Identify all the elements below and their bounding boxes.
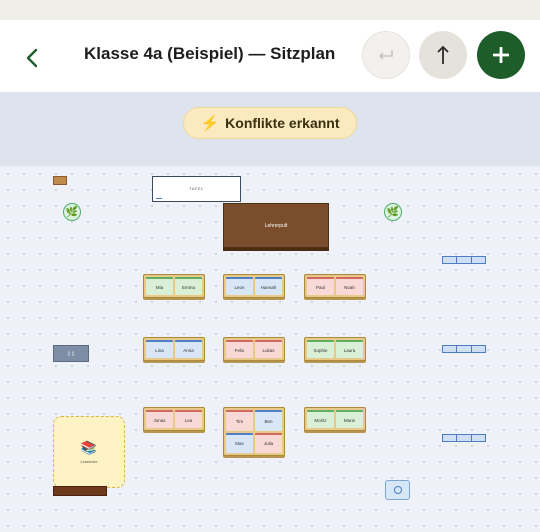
bookshelf[interactable] bbox=[53, 486, 107, 496]
seat-lea[interactable]: Lea bbox=[175, 410, 202, 428]
chevron-left-icon bbox=[26, 48, 38, 68]
student-desk[interactable]: Jonas Lea bbox=[143, 407, 205, 431]
conflict-button[interactable]: ⚡ Konflikte erkannt bbox=[183, 107, 357, 139]
plus-icon bbox=[493, 47, 509, 63]
seat-noah[interactable]: Noah bbox=[336, 277, 363, 295]
seat-ben[interactable]: Ben bbox=[255, 410, 282, 431]
back-button[interactable] bbox=[18, 42, 46, 74]
lightning-icon: ⚡ bbox=[200, 115, 220, 132]
reading-corner[interactable]: 📚 Leseecke bbox=[53, 416, 125, 488]
student-desk[interactable]: Mia Emma bbox=[143, 274, 205, 298]
door-marker[interactable] bbox=[53, 176, 67, 185]
seat-emma[interactable]: Emma bbox=[175, 277, 202, 295]
seat-mia[interactable]: Mia bbox=[146, 277, 173, 295]
seat-felix[interactable]: Felix bbox=[226, 340, 253, 358]
seat-lukas[interactable]: Lukas bbox=[255, 340, 282, 358]
seat-moritz[interactable]: Moritz bbox=[307, 410, 334, 428]
add-button[interactable] bbox=[477, 31, 525, 79]
student-desk[interactable]: Lina Anna bbox=[143, 337, 205, 361]
seat-leon[interactable]: Leon bbox=[226, 277, 253, 295]
student-desk[interactable]: Felix Lukas bbox=[223, 337, 285, 361]
arrow-up-icon bbox=[437, 45, 449, 64]
window[interactable] bbox=[442, 434, 486, 442]
seat-jonas[interactable]: Jonas bbox=[146, 410, 173, 428]
sink-icon bbox=[393, 486, 402, 494]
plant-icon[interactable]: 🌿 bbox=[63, 203, 81, 221]
reading-corner-label: Leseecke bbox=[80, 459, 98, 464]
board[interactable]: TAFEL bbox=[152, 176, 241, 202]
plant-icon[interactable]: 🌿 bbox=[384, 203, 402, 221]
sink[interactable] bbox=[385, 480, 410, 500]
student-desk[interactable]: Sophie Laura bbox=[304, 337, 366, 361]
teacher-desk-label: Lehrerpult bbox=[264, 222, 288, 229]
status-bar bbox=[0, 0, 540, 20]
books-icon: 📚 bbox=[80, 440, 98, 455]
seat-julia[interactable]: Julia bbox=[255, 432, 282, 453]
seat-lina[interactable]: Lina bbox=[146, 340, 173, 358]
seat-sophie[interactable]: Sophie bbox=[307, 340, 334, 358]
seat-tim[interactable]: Tim bbox=[226, 410, 253, 431]
undo-icon bbox=[378, 50, 393, 60]
export-button[interactable] bbox=[419, 31, 467, 79]
cabinet[interactable]: ▯ ▯ bbox=[53, 345, 89, 362]
undo-button[interactable] bbox=[362, 31, 410, 79]
seat-max[interactable]: Max bbox=[226, 432, 253, 453]
student-desk[interactable]: Paul Noah bbox=[304, 274, 366, 298]
student-desk[interactable]: Leon Hannah bbox=[223, 274, 285, 298]
window[interactable] bbox=[442, 256, 486, 264]
teacher-desk[interactable]: Lehrerpult bbox=[223, 203, 329, 248]
seat-anna[interactable]: Anna bbox=[175, 340, 202, 358]
window[interactable] bbox=[442, 345, 486, 353]
student-desk[interactable]: Moritz Marie bbox=[304, 407, 366, 431]
page-title: Klasse 4a (Beispiel) — Sitzplan bbox=[84, 44, 336, 63]
seat-laura[interactable]: Laura bbox=[336, 340, 363, 358]
student-desk[interactable]: Tim Ben Max Julia bbox=[223, 407, 285, 456]
app-header: Klasse 4a (Beispiel) — Sitzplan bbox=[0, 20, 540, 92]
conflict-label: Konflikte erkannt bbox=[225, 115, 340, 131]
seat-hannah[interactable]: Hannah bbox=[255, 277, 282, 295]
seat-marie[interactable]: Marie bbox=[336, 410, 363, 428]
seat-paul[interactable]: Paul bbox=[307, 277, 334, 295]
